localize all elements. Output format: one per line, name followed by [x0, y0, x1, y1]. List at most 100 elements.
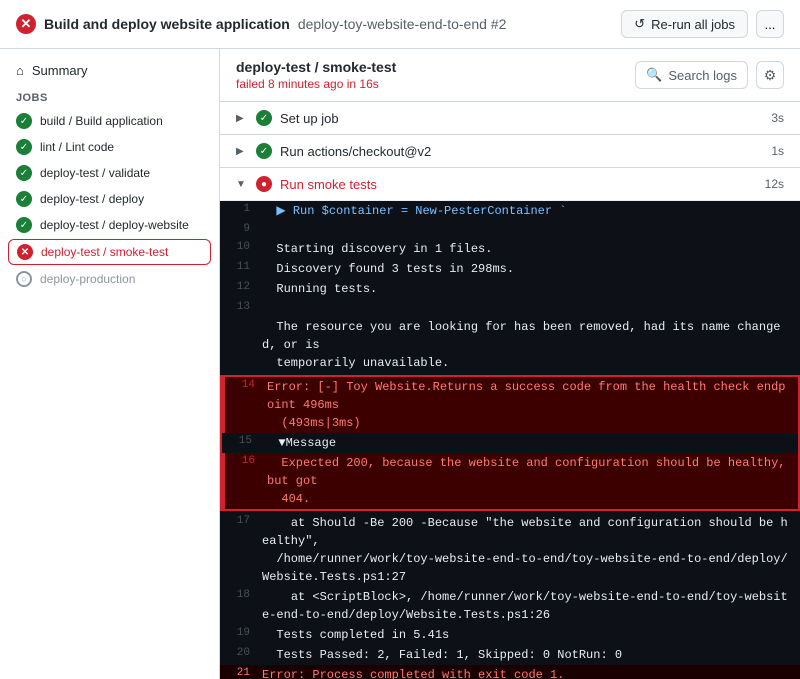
- status-icon-build: ✓: [16, 113, 32, 129]
- line-content: Error: Process completed with exit code …: [262, 666, 800, 679]
- sidebar-item-label: deploy-test / smoke-test: [41, 245, 168, 259]
- sidebar-item-label: deploy-production: [40, 272, 135, 286]
- more-icon: ...: [765, 17, 776, 32]
- rerun-icon: ↺: [634, 16, 645, 32]
- search-placeholder: Search logs: [668, 68, 737, 83]
- content-header-controls: 🔍 Search logs ⚙: [635, 61, 784, 89]
- log-settings-button[interactable]: ⚙: [756, 61, 784, 89]
- step-chevron-icon: ▶: [236, 113, 248, 124]
- status-icon-deploy-website: ✓: [16, 217, 32, 233]
- line-number: 16: [225, 454, 267, 467]
- step-left: ▼ ● Run smoke tests: [236, 176, 377, 192]
- line-content: Discovery found 3 tests in 298ms.: [262, 260, 800, 278]
- step-chevron-icon: ▶: [236, 146, 248, 157]
- workflow-status-icon: ✕: [16, 14, 36, 34]
- log-line: 11 Discovery found 3 tests in 298ms.: [220, 259, 800, 279]
- log-line: 10 Starting discovery in 1 files.: [220, 239, 800, 259]
- line-number: 19: [220, 626, 262, 639]
- step-checkout[interactable]: ▶ ✓ Run actions/checkout@v2 1s: [220, 135, 800, 168]
- status-icon-smoke-test: ✕: [17, 244, 33, 260]
- steps-list: ▶ ✓ Set up job 3s ▶ ✓ Run actions/checko…: [220, 102, 800, 679]
- sidebar-item-label: deploy-test / deploy-website: [40, 218, 189, 232]
- log-line-error: 16 Expected 200, because the website and…: [222, 453, 798, 509]
- log-line: 18 at <ScriptBlock>, /home/runner/work/t…: [220, 587, 800, 625]
- content-area: deploy-test / smoke-test failed 8 minute…: [220, 49, 800, 679]
- settings-icon: ⚙: [764, 67, 777, 84]
- step-smoke-tests-header[interactable]: ▼ ● Run smoke tests 12s: [220, 168, 800, 201]
- step-status-icon: ●: [256, 176, 272, 192]
- line-content: Expected 200, because the website and co…: [267, 454, 798, 508]
- job-name: deploy-test / smoke-test: [236, 59, 396, 75]
- summary-label: Summary: [32, 63, 88, 78]
- log-line: 17 at Should -Be 200 -Because "the websi…: [220, 513, 800, 587]
- rerun-all-button[interactable]: ↺ Re-run all jobs: [621, 10, 748, 38]
- status-icon-deploy-production: ○: [16, 271, 32, 287]
- log-line: 9: [220, 221, 800, 239]
- line-number: 13: [220, 300, 262, 313]
- line-number: 1: [220, 202, 262, 215]
- sidebar-item-smoke-test[interactable]: ✕ deploy-test / smoke-test: [8, 239, 211, 265]
- header-left: ✕ Build and deploy website application d…: [16, 14, 506, 34]
- sidebar-summary-item[interactable]: ⌂ Summary: [0, 57, 219, 84]
- line-content: at <ScriptBlock>, /home/runner/work/toy-…: [262, 588, 800, 624]
- sidebar-item-lint[interactable]: ✓ lint / Lint code: [0, 134, 219, 160]
- job-info: deploy-test / smoke-test failed 8 minute…: [236, 59, 396, 91]
- log-line: 1 ▶ Run $container = New-PesterContainer…: [220, 201, 800, 221]
- line-number: 11: [220, 260, 262, 273]
- log-line: 12 Running tests.: [220, 279, 800, 299]
- status-icon-validate: ✓: [16, 165, 32, 181]
- sidebar-item-deploy-production[interactable]: ○ deploy-production: [0, 266, 219, 292]
- error-highlight-box: 14 Error: [-] Toy Website.Returns a succ…: [220, 375, 800, 511]
- error-text: Error: [-] Toy Website.Returns a success…: [267, 380, 785, 430]
- rerun-label: Re-run all jobs: [651, 17, 735, 32]
- line-number: 9: [220, 222, 262, 235]
- header-right: ↺ Re-run all jobs ...: [621, 10, 784, 38]
- home-icon: ⌂: [16, 63, 24, 78]
- log-line: 15 ▼Message: [222, 433, 798, 453]
- step-time: 3s: [771, 111, 784, 125]
- line-number: 15: [222, 434, 264, 447]
- sidebar-item-label: lint / Lint code: [40, 140, 114, 154]
- line-number: 20: [220, 646, 262, 659]
- step-status-icon: ✓: [256, 143, 272, 159]
- step-status-icon: ✓: [256, 110, 272, 126]
- log-line-error: 14 Error: [-] Toy Website.Returns a succ…: [222, 377, 798, 433]
- content-header: deploy-test / smoke-test failed 8 minute…: [220, 49, 800, 102]
- step-left: ▶ ✓ Run actions/checkout@v2: [236, 143, 431, 159]
- line-content: Starting discovery in 1 files.: [262, 240, 800, 258]
- sidebar-item-label: build / Build application: [40, 114, 163, 128]
- line-number: 14: [225, 378, 267, 391]
- workflow-run-id: deploy-toy-website-end-to-end #2: [298, 16, 507, 32]
- line-number: 17: [220, 514, 262, 527]
- line-content: Tests Passed: 2, Failed: 1, Skipped: 0 N…: [262, 646, 800, 664]
- sidebar-item-deploy-website[interactable]: ✓ deploy-test / deploy-website: [0, 212, 219, 238]
- line-content: Tests completed in 5.41s: [262, 626, 800, 644]
- step-name: Set up job: [280, 111, 339, 126]
- sidebar-item-validate[interactable]: ✓ deploy-test / validate: [0, 160, 219, 186]
- line-number: [220, 318, 262, 319]
- line-number: 12: [220, 280, 262, 293]
- step-left: ▶ ✓ Set up job: [236, 110, 339, 126]
- page-header: ✕ Build and deploy website application d…: [0, 0, 800, 49]
- line-content: Error: [-] Toy Website.Returns a success…: [267, 378, 798, 432]
- sidebar-item-deploy[interactable]: ✓ deploy-test / deploy: [0, 186, 219, 212]
- line-content: ▶ Run $container = New-PesterContainer `: [262, 202, 800, 220]
- more-options-button[interactable]: ...: [756, 10, 784, 38]
- line-number: 10: [220, 240, 262, 253]
- step-setup-job[interactable]: ▶ ✓ Set up job 3s: [220, 102, 800, 135]
- status-icon-lint: ✓: [16, 139, 32, 155]
- line-content: at Should -Be 200 -Because "the website …: [262, 514, 800, 586]
- step-name: Run smoke tests: [280, 177, 377, 192]
- log-line: 20 Tests Passed: 2, Failed: 1, Skipped: …: [220, 645, 800, 665]
- sidebar-item-label: deploy-test / deploy: [40, 192, 144, 206]
- line-content: ▼Message: [264, 434, 798, 452]
- main-layout: ⌂ Summary Jobs ✓ build / Build applicati…: [0, 49, 800, 679]
- sidebar-item-build[interactable]: ✓ build / Build application: [0, 108, 219, 134]
- log-line-error-final: 21 Error: Process completed with exit co…: [220, 665, 800, 679]
- search-icon: 🔍: [646, 67, 662, 83]
- sidebar-item-label: deploy-test / validate: [40, 166, 150, 180]
- log-line: The resource you are looking for has bee…: [220, 317, 800, 373]
- log-line: 19 Tests completed in 5.41s: [220, 625, 800, 645]
- search-logs-box[interactable]: 🔍 Search logs: [635, 61, 748, 89]
- line-number: 18: [220, 588, 262, 601]
